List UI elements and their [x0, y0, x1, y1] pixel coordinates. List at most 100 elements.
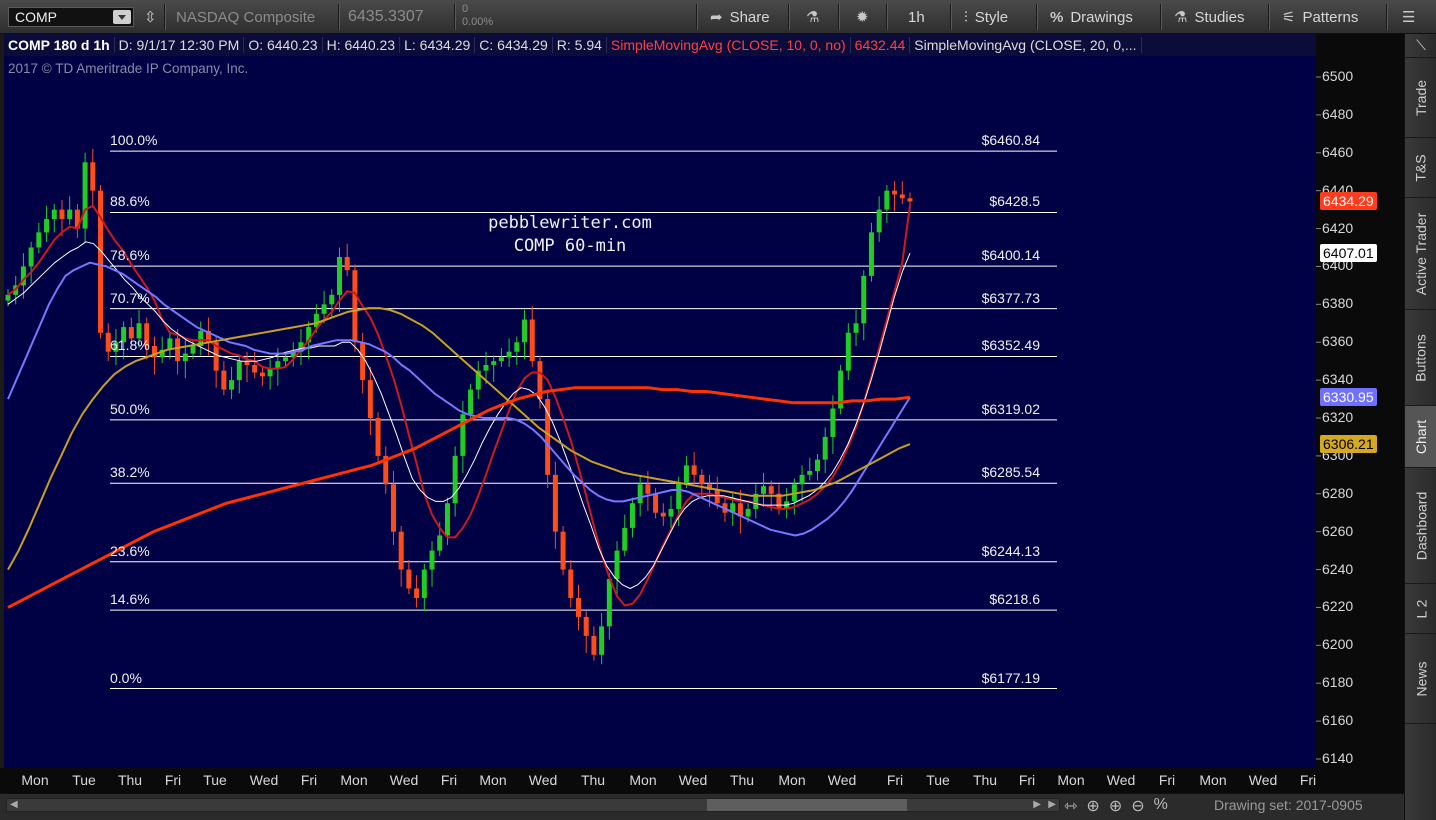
time-tick-label: Mon [340, 772, 368, 788]
candle-body [367, 380, 373, 418]
change-percent: 0.00% [462, 16, 494, 28]
candle-body [398, 531, 404, 570]
chevron-down-icon[interactable] [113, 10, 131, 24]
style-button[interactable]: ⫶ Style [958, 0, 1014, 34]
candle-body [529, 319, 535, 362]
style-label: Style [974, 8, 1009, 26]
candle-body [229, 380, 235, 390]
candle-body [814, 459, 820, 472]
candle-body [522, 319, 528, 343]
candles-icon: ⫶ [964, 8, 968, 26]
candle-body [51, 209, 57, 220]
side-tab-chart[interactable]: Chart [1405, 406, 1436, 468]
fib-price-label: $6428.5 [989, 193, 1040, 210]
price-tick-label: 6420 [1322, 219, 1354, 236]
fib-price-label: $6218.6 [989, 591, 1040, 608]
time-tick-label: Fri [886, 772, 904, 788]
link-icon[interactable]: ⇳ [138, 0, 163, 34]
candle-body [506, 351, 512, 358]
scroll-end-icon[interactable]: ▶ [1048, 799, 1056, 810]
legend-low: L: 6434.29 [400, 37, 476, 53]
flask-button[interactable]: ⚗ [800, 0, 825, 34]
price-badge: 6330.95 [1320, 388, 1377, 407]
side-tab-l-2[interactable]: L 2 [1405, 584, 1436, 634]
fib-percent-label: 70.7% [110, 289, 150, 306]
candle-body [468, 389, 474, 415]
time-tick-label: Wed [528, 772, 558, 788]
settings-button[interactable]: ✹ [850, 0, 875, 34]
candle-body [375, 418, 381, 456]
candle-body [768, 486, 774, 494]
studies-label: Studies [1194, 8, 1245, 26]
zoom-controls: ⇿ ⊕ ⊕ ⊖ % [1064, 796, 1168, 816]
candle-body [36, 232, 42, 248]
time-tick-label: Mon [1057, 772, 1085, 788]
candle-body [175, 338, 181, 362]
time-tick-label: Wed [1106, 772, 1136, 788]
time-tick-label: Fri [1158, 772, 1176, 788]
drawings-label: Drawings [1070, 8, 1133, 26]
patterns-icon: ⚟ [1282, 9, 1296, 26]
scroll-thumb[interactable] [707, 799, 907, 811]
candle-body [560, 531, 566, 570]
candle-body [861, 275, 867, 324]
zoom-out-icon[interactable]: ⊖ [1131, 796, 1144, 816]
time-tick-label: Tue [72, 772, 96, 788]
candle-body [390, 484, 396, 532]
legend-symbol: COMP 180 d 1h [4, 37, 115, 53]
crosshair-icon[interactable]: ⊕ [1086, 796, 1099, 816]
studies-button[interactable]: ⚗ Studies [1168, 0, 1251, 34]
candle-body [907, 198, 913, 202]
price-badge: 6306.21 [1320, 435, 1377, 454]
symbol-selector[interactable]: COMP [8, 7, 134, 27]
share-button[interactable]: ➦ Share [704, 0, 776, 34]
drawings-button[interactable]: % Drawings [1044, 0, 1139, 34]
patterns-label: Patterns [1302, 8, 1359, 26]
collapse-icon[interactable]: ⟍ [1405, 34, 1436, 58]
price-chart[interactable] [0, 34, 1404, 793]
candle-body [552, 474, 558, 532]
legend-sma20[interactable]: SimpleMovingAvg (CLOSE, 20, 0,... [910, 37, 1142, 53]
timeframe-button[interactable]: 1h [902, 0, 931, 34]
expand-icon[interactable]: ⇿ [1064, 796, 1077, 816]
candle-body [267, 368, 273, 377]
side-tab-active-trader[interactable]: Active Trader [1405, 198, 1436, 310]
candle-body [606, 579, 612, 627]
candle-body [699, 474, 705, 485]
fib-percent-label: 50.0% [110, 400, 150, 417]
horizontal-scrollbar[interactable]: ◀ ▶ ▶ [6, 798, 1060, 812]
candle-body [136, 323, 142, 339]
patterns-button[interactable]: ⚟ Patterns [1276, 0, 1364, 34]
candle-body [799, 474, 805, 485]
price-tick-label: 6280 [1322, 484, 1354, 501]
candle-body [807, 471, 813, 475]
candle-body [67, 209, 73, 220]
legend-sma10[interactable]: SimpleMovingAvg (CLOSE, 10, 0, no) [607, 37, 851, 53]
price-tick-label: 6140 [1322, 750, 1354, 766]
symbol-description: NASDAQ Composite [176, 8, 316, 26]
candle-body [483, 364, 489, 371]
time-tick-label: Mon [629, 772, 657, 788]
scroll-right-icon[interactable]: ▶ [1033, 799, 1041, 810]
price-tick-label: 6340 [1322, 371, 1354, 388]
fib-price-label: $6177.19 [981, 669, 1040, 686]
time-tick-label: Mon [21, 772, 49, 788]
zoom-in-icon[interactable]: ⊕ [1109, 796, 1122, 816]
side-tab-label: Dashboard [1413, 491, 1429, 560]
percent-icon[interactable]: % [1154, 796, 1168, 816]
candle-body [653, 493, 659, 513]
side-tab-news[interactable]: News [1405, 634, 1436, 724]
side-tab-label: Chart [1413, 419, 1430, 454]
price-tick-label: 6380 [1322, 295, 1354, 312]
side-tab-t-s[interactable]: T&S [1405, 138, 1436, 198]
side-tab-dashboard[interactable]: Dashboard [1405, 468, 1436, 584]
candle-body [645, 484, 651, 494]
watermark: pebblewriter.com COMP 60-min [420, 212, 720, 258]
side-tab-buttons[interactable]: Buttons [1405, 310, 1436, 406]
fib-percent-label: 61.8% [110, 337, 150, 354]
scroll-left-icon[interactable]: ◀ [10, 799, 18, 810]
side-tab-trade[interactable]: Trade [1405, 58, 1436, 138]
candle-body [44, 219, 50, 233]
menu-button[interactable]: ☰ [1396, 0, 1421, 34]
legend-high: H: 6440.23 [323, 37, 401, 53]
